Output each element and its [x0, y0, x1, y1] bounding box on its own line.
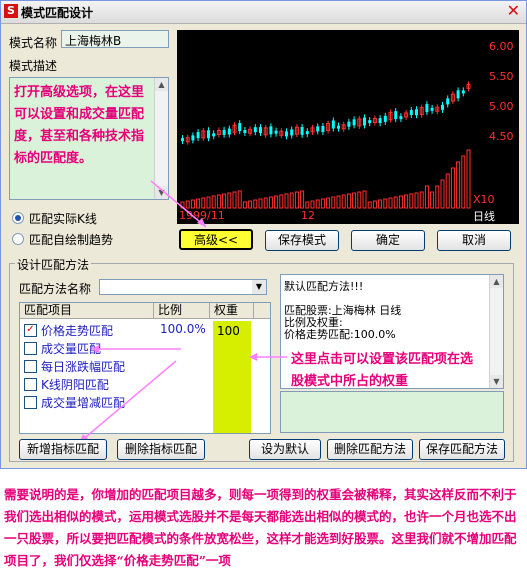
delete-method-button[interactable]: 删除匹配方法: [327, 439, 413, 460]
arrow-to-add-indicator: [80, 360, 177, 442]
arrowhead-icon: [197, 218, 206, 227]
arrowhead-icon: [91, 345, 99, 353]
pattern-match-dialog: S 模式匹配设计 ✕ 模式名称 上海梅林B 模式描述 打开高级选项，在这里可以设…: [0, 0, 527, 469]
arrowhead-icon: [249, 353, 257, 361]
explanation-note: 需要说明的是，你增加的匹配项目越多，则每一项得到的权重会被稀释，其实这样反而不利…: [4, 487, 517, 568]
set-default-button[interactable]: 设为默认: [249, 439, 321, 460]
delete-indicator-button[interactable]: 删除指标匹配: [117, 439, 205, 460]
save-method-button[interactable]: 保存匹配方法: [419, 439, 505, 460]
arrow-to-advanced: [150, 180, 207, 228]
annotation-arrows: [79, 180, 287, 443]
add-indicator-button[interactable]: 新增指标匹配: [19, 439, 107, 460]
